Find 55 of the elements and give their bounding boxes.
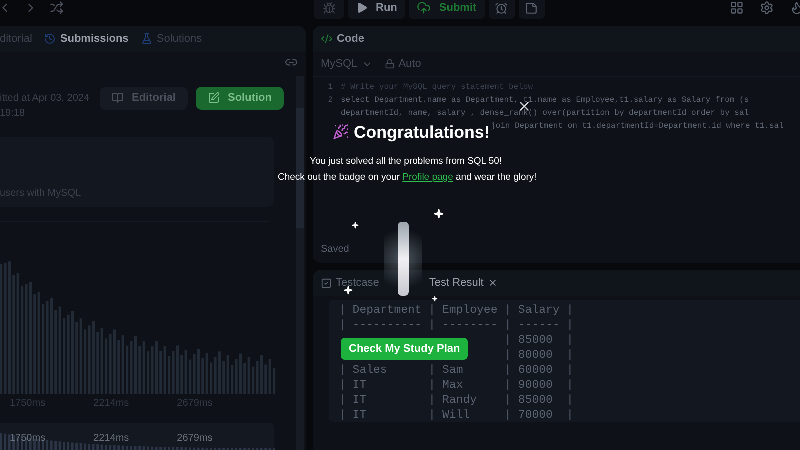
settings-icon[interactable] — [760, 1, 774, 15]
cloud-upload-icon — [417, 1, 432, 15]
sparkle-icon — [432, 296, 438, 302]
flame-icon[interactable] — [790, 1, 800, 15]
panel-tab[interactable]: Test Result — [429, 274, 498, 292]
language-select[interactable]: MySQL — [321, 56, 373, 72]
profile-link[interactable]: Profile page — [402, 172, 454, 183]
table-row: | IT | Max | 90000 | — [339, 379, 574, 392]
axis-label: 2214ms — [94, 432, 130, 446]
line-number: 1 — [328, 82, 333, 92]
note-icon[interactable] — [525, 2, 538, 14]
axis-label: 2679ms — [177, 432, 213, 446]
sparkle-icon — [352, 222, 359, 229]
run-button[interactable]: Run — [348, 0, 406, 19]
modal-message: You just solved all the problems from SQL 50! — [310, 155, 502, 169]
grid-icon[interactable] — [730, 1, 744, 15]
submit-button[interactable]: Submit — [409, 0, 485, 19]
table-row: | 85000 | — [504, 334, 574, 347]
bug-icon[interactable] — [322, 2, 336, 14]
sparkle-icon — [344, 286, 353, 295]
flask-icon — [140, 33, 153, 45]
close-icon[interactable] — [488, 278, 498, 288]
party-popper-icon — [333, 124, 349, 140]
code-line: # Write your MySQL query statement below — [341, 82, 534, 94]
play-icon — [356, 2, 368, 14]
table-row: | Department | Employee | Salary | — [339, 304, 574, 317]
table-row: | 80000 | — [504, 349, 574, 362]
solution-button[interactable]: Solution — [196, 86, 284, 110]
panel-title: Code — [337, 32, 364, 47]
code-icon — [321, 33, 333, 45]
editorial-button[interactable]: Editorial — [100, 86, 188, 110]
code-line: join Department on t1.departmentId=Department.id where t1.sal — [491, 120, 784, 132]
line-number: 2 — [328, 96, 333, 104]
auto-toggle[interactable]: Auto — [384, 56, 422, 72]
modal-message: Check out the badge on your Profile page and wear the glory! — [278, 171, 537, 185]
shuffle-icon[interactable] — [50, 1, 64, 15]
alarm-clock-icon[interactable] — [495, 2, 508, 14]
panel-tab[interactable]: Submissions — [44, 30, 129, 48]
sparkle-icon — [434, 209, 444, 219]
table-row: | ---------- | -------- | ------ | — [339, 319, 574, 332]
table-row: | IT | Will | 70000 | — [339, 409, 574, 422]
modal-title: Congratulations! — [354, 124, 490, 141]
axis-label: 1750ms — [10, 432, 46, 446]
study-plan-button[interactable]: Check My Study Plan — [341, 338, 468, 360]
panel-tab[interactable]: Testcase — [321, 274, 380, 292]
code-line: select Department.name as Department, t1.name as Employee,t1.salary as Salary from (s — [341, 94, 750, 106]
lock-icon — [384, 59, 395, 69]
checkbox-icon — [321, 278, 332, 288]
table-row: | Sales | Sam | 60000 | — [339, 364, 574, 377]
book-icon — [112, 92, 124, 104]
history-icon — [44, 33, 56, 45]
saved-status: Saved — [321, 244, 350, 254]
code-line: departmentId, name, salary , dense_rank() over(partition by departmentId order by sal — [341, 108, 750, 120]
edit-icon — [208, 92, 220, 104]
table-row: | IT | Randy | 85000 | — [339, 394, 574, 407]
